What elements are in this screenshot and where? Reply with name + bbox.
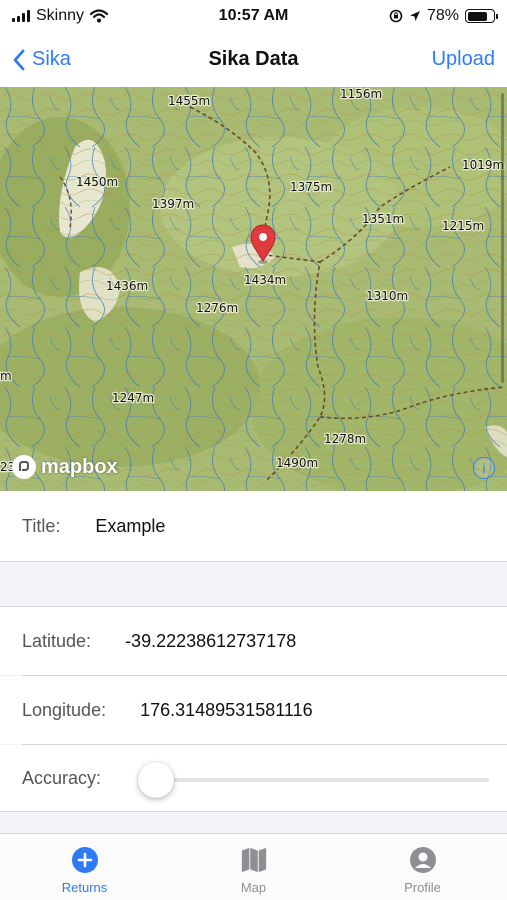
accuracy-slider-track[interactable]	[158, 778, 489, 782]
battery-fill	[467, 11, 487, 21]
latitude-value[interactable]: -39.22238612737178	[125, 631, 296, 652]
elevation-label: 1019m	[462, 158, 504, 172]
status-right: 78%	[389, 7, 498, 25]
elevation-label: 1375m	[290, 180, 332, 194]
section-divider	[0, 561, 507, 562]
elevation-label: 1455m	[168, 94, 210, 108]
mapbox-logo-icon	[12, 455, 36, 479]
status-bar: Skinny 10:57 AM 78%	[0, 0, 507, 32]
title-row[interactable]: Title: Example	[0, 491, 507, 561]
signal-icon	[12, 10, 30, 22]
tab-bar: Returns Map Profile	[0, 833, 507, 900]
plus-circle-icon	[71, 846, 99, 874]
back-button[interactable]: Sika	[12, 48, 71, 71]
tab-label: Map	[240, 880, 267, 895]
chevron-left-icon	[13, 49, 25, 70]
elevation-label: 1450m	[76, 175, 118, 189]
longitude-value[interactable]: 176.31489531581116	[140, 700, 313, 721]
title-value[interactable]: Example	[95, 516, 165, 537]
wifi-icon	[90, 9, 109, 23]
elevation-label: 1490m	[276, 456, 318, 470]
topographic-map[interactable]: 1455m 1156m 1019m 1450m 1397m 1375m 1351…	[0, 87, 507, 491]
elevation-label: 1156m	[340, 87, 382, 101]
elevation-label: 1215m	[442, 219, 484, 233]
map-info-button[interactable]: i	[473, 457, 495, 479]
navigation-bar: Sika Sika Data Upload	[0, 32, 507, 87]
tab-label: Profile	[404, 880, 441, 895]
battery-icon	[465, 9, 498, 23]
longitude-row[interactable]: Longitude: 176.31489531581116	[0, 676, 507, 744]
elevation-label: 1436m	[106, 279, 148, 293]
elevation-label: 1434m	[244, 273, 286, 287]
latitude-label: Latitude:	[22, 630, 92, 651]
elevation-label: 1310m	[366, 289, 408, 303]
title-label: Title:	[22, 515, 61, 536]
status-left: Skinny	[12, 7, 109, 25]
tab-profile[interactable]: Profile	[338, 834, 507, 900]
latitude-row[interactable]: Latitude: -39.22238612737178	[0, 607, 507, 675]
upload-button[interactable]: Upload	[432, 48, 495, 71]
elevation-label: 1351m	[362, 212, 404, 226]
tab-map[interactable]: Map	[169, 834, 338, 900]
profile-icon	[409, 846, 437, 874]
elevation-label: 1276m	[196, 301, 238, 315]
carrier-name: Skinny	[36, 7, 85, 24]
map-scroll-indicator	[501, 93, 504, 383]
elevation-label: 1278m	[324, 432, 366, 446]
tab-label: Returns	[61, 880, 108, 895]
mapbox-logo: mapbox	[12, 455, 118, 479]
back-label: Sika	[32, 48, 71, 70]
orientation-lock-icon	[389, 9, 403, 23]
elevation-label: 1247m	[112, 391, 154, 405]
section-divider	[0, 811, 507, 812]
map-canvas: 1455m 1156m 1019m 1450m 1397m 1375m 1351…	[0, 87, 507, 491]
map-icon	[240, 846, 268, 874]
elevation-label: m	[0, 369, 12, 383]
battery-percent: 78%	[426, 7, 459, 24]
accuracy-label: Accuracy:	[22, 767, 102, 788]
longitude-label: Longitude:	[22, 699, 107, 720]
accuracy-slider-thumb[interactable]	[138, 762, 174, 798]
accuracy-row: Accuracy:	[0, 745, 507, 811]
tab-returns[interactable]: Returns	[0, 834, 169, 900]
elevation-label: 1397m	[152, 197, 194, 211]
location-arrow-icon	[409, 11, 420, 21]
info-icon: i	[482, 460, 486, 476]
mapbox-attribution: mapbox	[41, 455, 118, 478]
